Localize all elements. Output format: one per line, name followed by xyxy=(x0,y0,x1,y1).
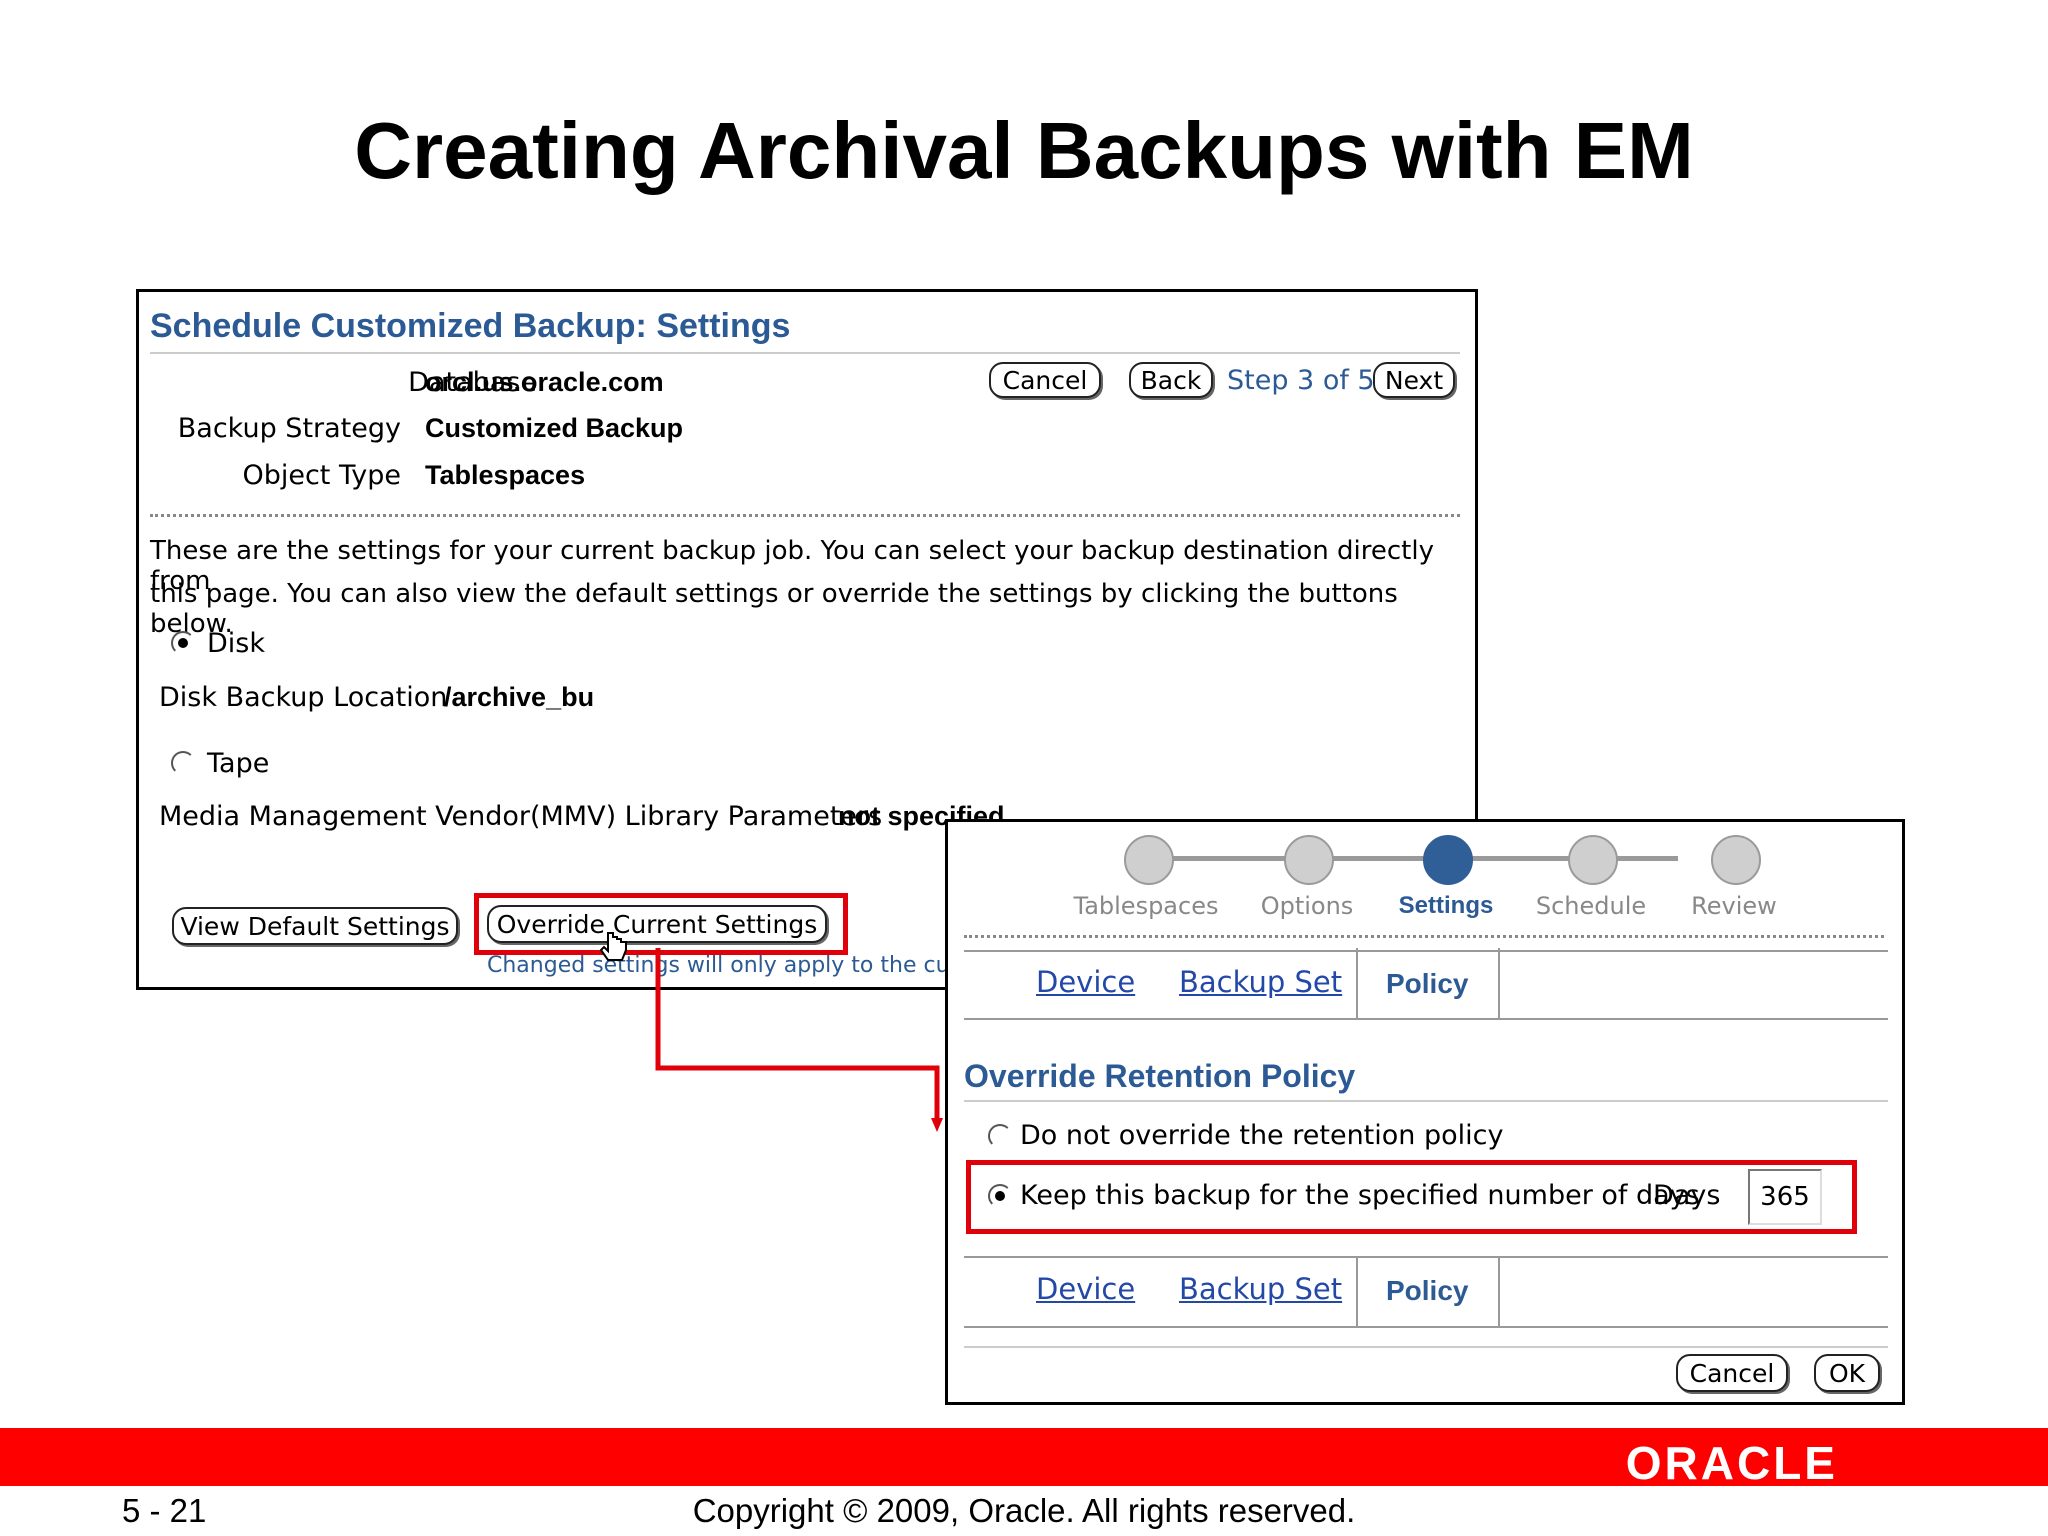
tab-backup-set[interactable]: Backup Set xyxy=(1179,965,1342,999)
title-divider xyxy=(150,352,1460,354)
panel-title: Schedule Customized Backup: Settings xyxy=(150,307,791,345)
view-default-settings-button[interactable]: View Default Settings xyxy=(172,907,458,945)
object-type-value: Tablespaces xyxy=(425,460,586,490)
mmv-label: Media Management Vendor(MMV) Library Par… xyxy=(159,801,883,832)
train-step-settings-icon xyxy=(1423,835,1473,885)
train-label-tablespaces: Tablespaces xyxy=(1073,892,1219,920)
description-line-2: this page. You can also view the default… xyxy=(150,579,1398,639)
train-label-review: Review xyxy=(1691,892,1777,920)
train-label-settings: Settings xyxy=(1398,892,1494,919)
copyright: Copyright © 2009, Oracle. All rights res… xyxy=(692,1492,1356,1529)
tabs-top-line xyxy=(964,950,1888,952)
train-step-options-icon xyxy=(1284,835,1334,885)
highlight-keep-days xyxy=(966,1160,1857,1234)
bottom-tabs-bottom-line xyxy=(964,1326,1888,1328)
train-separator xyxy=(964,935,1884,938)
next-button[interactable]: Next xyxy=(1373,362,1455,398)
override-settings-panel: Tablespaces Options Settings Schedule Re… xyxy=(945,819,1905,1405)
step-indicator: Step 3 of 5 xyxy=(1227,365,1375,396)
disk-location-label: Disk Backup Location xyxy=(159,682,448,713)
backup-strategy-label: Backup Strategy xyxy=(177,413,401,444)
bottom-tab-backup-set[interactable]: Backup Set xyxy=(1179,1272,1342,1306)
slide-title: Creating Archival Backups with EM xyxy=(354,106,1694,195)
disk-radio[interactable] xyxy=(171,631,195,655)
tab-device[interactable]: Device xyxy=(1036,965,1135,999)
backup-strategy-value: Customized Backup xyxy=(425,413,684,443)
train-step-schedule-icon xyxy=(1568,835,1618,885)
footer-divider xyxy=(964,1346,1888,1348)
override-retention-title: Override Retention Policy xyxy=(964,1058,1356,1094)
section-divider xyxy=(964,1100,1888,1102)
detail-cancel-button[interactable]: Cancel xyxy=(1676,1354,1788,1392)
hand-cursor-icon xyxy=(600,932,627,961)
disk-label: Disk xyxy=(207,628,265,659)
object-type-label: Object Type xyxy=(242,460,401,491)
tape-radio[interactable] xyxy=(171,751,195,775)
train-label-schedule: Schedule xyxy=(1535,892,1647,920)
disk-location-value: /archive_bu xyxy=(444,682,595,712)
tabs-bottom-line xyxy=(964,1018,1888,1020)
train-step-review-icon xyxy=(1711,835,1761,885)
no-override-label: Do not override the retention policy xyxy=(1020,1120,1504,1151)
connector-arrow xyxy=(655,948,943,1132)
train-step-tablespaces-icon xyxy=(1124,835,1174,885)
tape-label: Tape xyxy=(207,748,270,779)
no-override-radio[interactable] xyxy=(988,1124,1012,1148)
bottom-tab-device[interactable]: Device xyxy=(1036,1272,1135,1306)
database-value: orcl.us.oracle.com xyxy=(425,367,664,397)
tab-policy[interactable]: Policy xyxy=(1386,968,1468,1000)
back-button[interactable]: Back xyxy=(1129,362,1213,398)
cancel-button[interactable]: Cancel xyxy=(989,362,1101,398)
train-label-options: Options xyxy=(1260,892,1354,920)
bottom-tab-policy[interactable]: Policy xyxy=(1386,1275,1468,1307)
ok-button[interactable]: OK xyxy=(1814,1354,1880,1392)
dotted-separator xyxy=(150,514,1460,517)
oracle-logo: ORACLE xyxy=(1625,1437,1838,1489)
